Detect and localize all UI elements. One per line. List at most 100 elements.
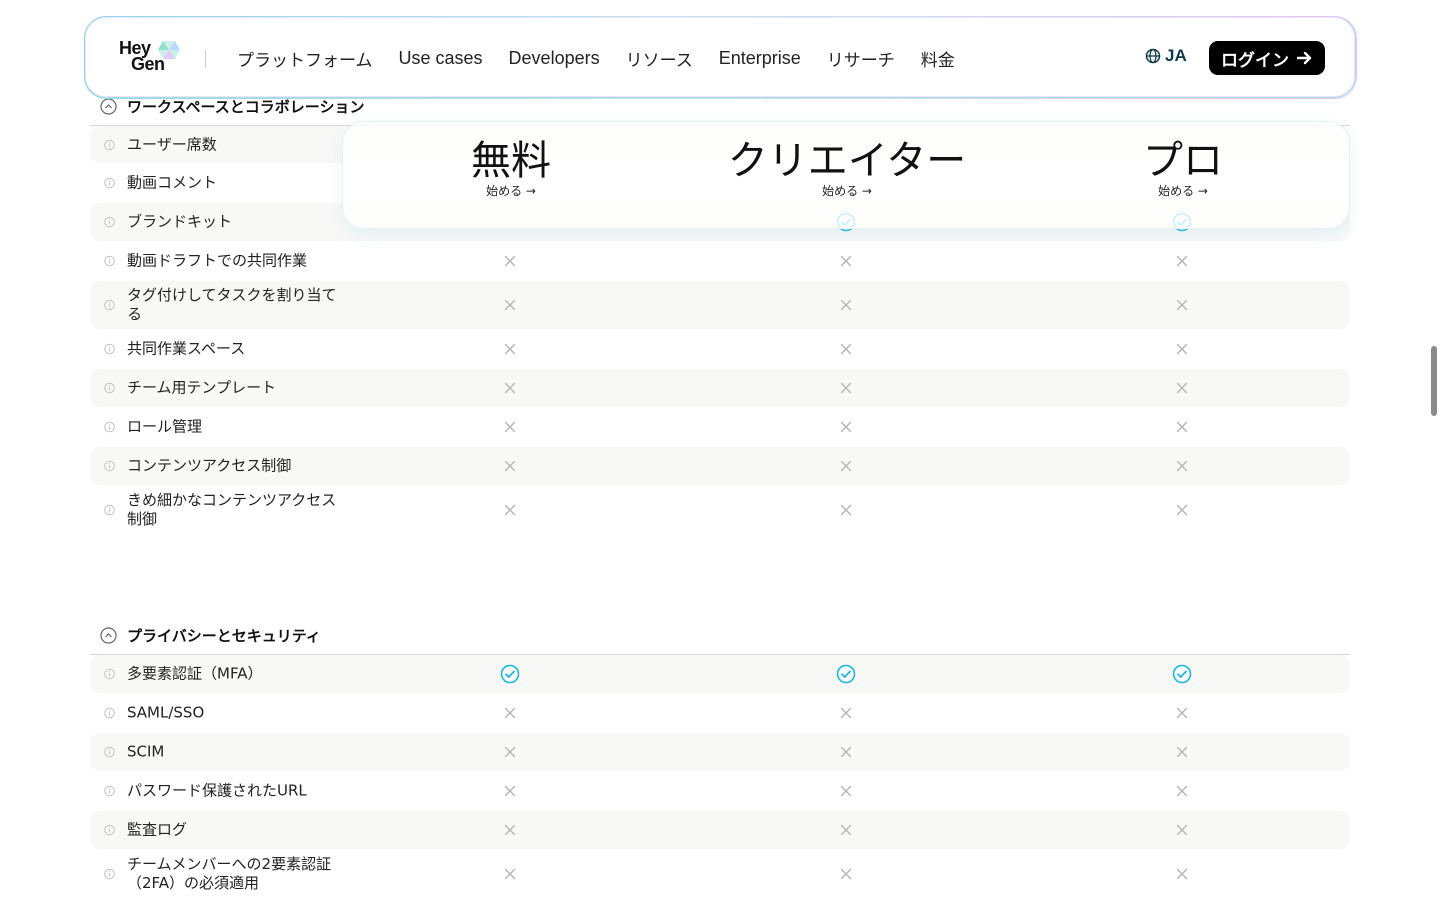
feature-not-included	[836, 742, 856, 762]
section-privacy-security[interactable]: プライバシーとセキュリティ	[100, 625, 321, 646]
cross-icon	[840, 824, 852, 836]
info-icon[interactable]	[104, 421, 115, 433]
info-icon[interactable]	[104, 707, 115, 719]
info-icon[interactable]	[104, 139, 115, 150]
cross-icon	[840, 343, 852, 355]
feature-label: ブランドキット	[127, 212, 233, 231]
feature-not-included	[836, 703, 856, 723]
info-icon[interactable]	[104, 343, 115, 355]
table-row: SAML/SSO	[90, 694, 1350, 732]
cross-icon	[1176, 299, 1188, 311]
info-icon[interactable]	[104, 255, 115, 267]
feature-not-included	[836, 864, 856, 884]
table-row: きめ細かなコンテンツアクセス制御	[90, 486, 1350, 534]
feature-label: ユーザー席数	[127, 135, 217, 153]
info-icon[interactable]	[104, 785, 115, 797]
cross-icon	[840, 382, 852, 394]
feature-not-included	[500, 378, 520, 398]
feature-label: 共同作業スペース	[127, 339, 246, 358]
table-row: 多要素認証（MFA）	[90, 655, 1350, 693]
feature-not-included	[500, 820, 520, 840]
nav-item[interactable]: Developers	[509, 48, 600, 69]
feature-label: コンテンツアクセス制御	[127, 456, 292, 475]
heygen-logo[interactable]: Hey Gen	[119, 39, 183, 76]
plan-header: 無料 始める → クリエイター 始める → プロ 始める →	[342, 121, 1350, 229]
cross-icon	[1176, 707, 1188, 719]
nav-item[interactable]: リソース	[626, 46, 693, 71]
cross-icon	[840, 255, 852, 267]
info-icon[interactable]	[104, 177, 115, 189]
feature-label: 動画コメント	[127, 173, 218, 192]
table-row: タグ付けしてタスクを割り当てる	[90, 281, 1350, 329]
feature-not-included	[836, 251, 856, 271]
check-icon	[500, 664, 520, 684]
table-row: チームメンバーへの2要素認証（2FA）の必須適用	[90, 850, 1350, 898]
nav-item[interactable]: プラットフォーム	[237, 46, 373, 71]
info-icon[interactable]	[104, 668, 115, 680]
info-icon[interactable]	[104, 868, 115, 880]
cross-icon	[1176, 343, 1188, 355]
feature-included	[836, 664, 856, 684]
cross-icon	[504, 746, 516, 758]
feature-not-included	[836, 500, 856, 520]
plan-name: プロ	[1143, 138, 1223, 184]
feature-not-included	[836, 781, 856, 801]
table-row: 動画ドラフトでの共同作業	[90, 242, 1350, 280]
cross-icon	[504, 299, 516, 311]
info-icon[interactable]	[104, 746, 115, 758]
login-label: ログイン	[1221, 50, 1289, 71]
language-selector[interactable]: JA	[1145, 46, 1187, 66]
feature-not-included	[1172, 378, 1192, 398]
feature-not-included	[1172, 417, 1192, 437]
logo-mark-icon	[158, 41, 180, 59]
feature-not-included	[1172, 864, 1192, 884]
feature-not-included	[1172, 781, 1192, 801]
cross-icon	[504, 421, 516, 433]
cross-icon	[504, 504, 516, 516]
info-icon[interactable]	[104, 460, 115, 472]
nav-item[interactable]: リサーチ	[827, 46, 895, 71]
info-icon[interactable]	[104, 299, 115, 311]
info-icon[interactable]	[104, 504, 115, 516]
cross-icon	[1176, 255, 1188, 267]
check-icon	[836, 664, 856, 684]
nav-item[interactable]: Enterprise	[719, 48, 801, 69]
cross-icon	[1176, 785, 1188, 797]
feature-label: SCIM	[127, 742, 165, 761]
login-button[interactable]: ログイン	[1209, 41, 1325, 75]
feature-included	[1172, 664, 1192, 684]
cross-icon	[504, 460, 516, 472]
feature-not-included	[500, 456, 520, 476]
feature-not-included	[500, 417, 520, 437]
feature-not-included	[500, 339, 520, 359]
nav-item[interactable]: Use cases	[399, 48, 483, 69]
cross-icon	[504, 824, 516, 836]
feature-label: きめ細かなコンテンツアクセス制御	[127, 491, 337, 528]
info-icon[interactable]	[104, 216, 115, 228]
feature-not-included	[836, 417, 856, 437]
plan-pro: プロ 始める →	[1143, 136, 1223, 199]
info-icon[interactable]	[104, 382, 115, 394]
language-code: JA	[1165, 46, 1187, 65]
cross-icon	[504, 382, 516, 394]
cross-icon	[840, 868, 852, 880]
feature-not-included	[836, 339, 856, 359]
table-row: 監査ログ	[90, 811, 1350, 849]
chevron-up-icon	[100, 98, 117, 115]
feature-not-included	[1172, 251, 1192, 271]
info-icon[interactable]	[104, 824, 115, 836]
feature-not-included	[500, 781, 520, 801]
feature-label: 監査ログ	[127, 820, 188, 839]
nav-item[interactable]: 料金	[921, 46, 955, 71]
cross-icon	[504, 785, 516, 797]
globe-icon	[1145, 48, 1161, 64]
section-workspace-collaboration[interactable]: ワークスペースとコラボレーション	[100, 96, 364, 117]
feature-not-included	[836, 295, 856, 315]
feature-not-included	[500, 295, 520, 315]
table-row: ロール管理	[90, 408, 1350, 446]
page-scrollbar[interactable]	[1431, 346, 1437, 416]
main-menu: プラットフォーム Use cases Developers リソース Enterpris…	[237, 17, 955, 99]
cross-icon	[1176, 746, 1188, 758]
cross-icon	[840, 746, 852, 758]
feature-label: タグ付けしてタスクを割り当てる	[127, 286, 337, 323]
